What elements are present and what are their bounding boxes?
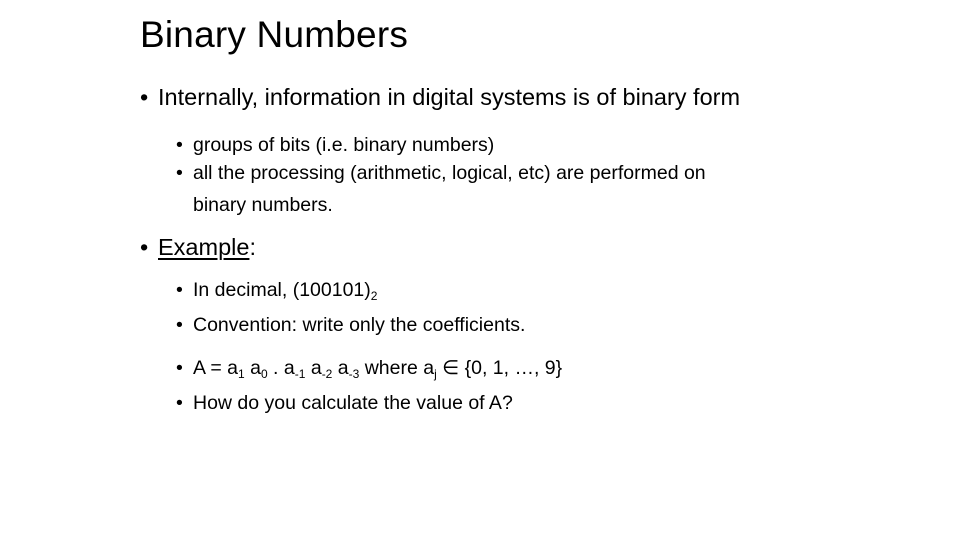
- bullet-text: all the processing (arithmetic, logical,…: [193, 162, 706, 184]
- bullet-text: groups of bits (i.e. binary numbers): [193, 134, 495, 156]
- sub-bullet-convention: • Convention: write only the coefficients…: [176, 314, 525, 337]
- bullet-text: Convention: write only the coefficients.: [193, 314, 526, 336]
- bullet-text: How do you calculate the value of A?: [193, 392, 513, 414]
- bullet-internally: • Internally, information in digital syst…: [140, 84, 740, 111]
- bullet-icon: •: [176, 392, 183, 414]
- sub-bullet-question: • How do you calculate the value of A?: [176, 392, 513, 415]
- sub-bullet-in-decimal: • In decimal, (100101)2: [176, 279, 377, 303]
- bullet-icon: •: [176, 279, 183, 301]
- bullet-text: Internally, information in digital syste…: [158, 84, 741, 110]
- slide-title: Binary Numbers: [140, 14, 409, 55]
- bullet-icon: •: [140, 84, 149, 110]
- bullet-text: binary numbers.: [193, 194, 333, 216]
- bullet-icon: •: [176, 314, 183, 336]
- sub-bullet-groups-of-bits: • groups of bits (i.e. binary numbers): [176, 134, 494, 157]
- bullet-text: In decimal, (100101): [193, 279, 371, 301]
- bullet-example: • Example:: [140, 234, 256, 261]
- colon: :: [249, 234, 256, 260]
- formula: A = a1 a0 . a-1 a-2 a-3 where aj ∈ {0, 1…: [193, 357, 563, 381]
- sub-bullet-processing: • all the processing (arithmetic, logical…: [176, 162, 706, 185]
- bullet-icon: •: [140, 234, 149, 260]
- bullet-icon: •: [176, 357, 183, 379]
- subscript: 2: [370, 289, 378, 303]
- sub-bullet-formula: • A = a1 a0 . a-1 a-2 a-3 where aj ∈ {0, …: [176, 356, 562, 381]
- bullet-icon: •: [176, 134, 183, 156]
- example-label: Example: [158, 234, 250, 260]
- bullet-icon: •: [176, 162, 183, 184]
- sub-bullet-processing-continued: binary numbers.: [176, 194, 333, 217]
